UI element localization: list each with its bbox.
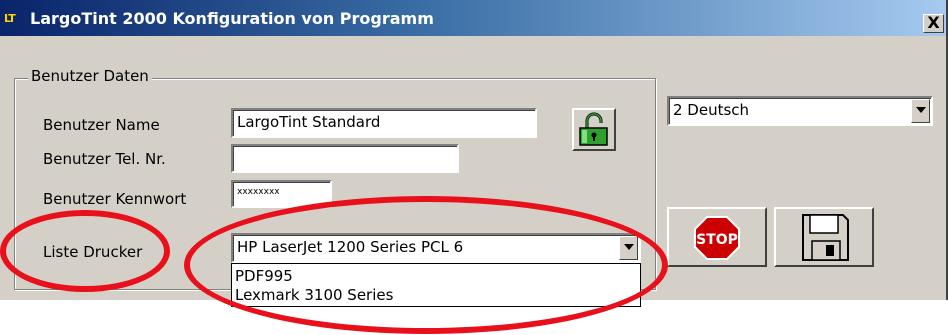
padlock-icon [579, 112, 608, 146]
language-selected-value: 2 Deutsch [673, 101, 750, 119]
config-dialog: LT LargoTint 2000 Konfiguration von Prog… [0, 0, 948, 307]
title-bar[interactable]: LT LargoTint 2000 Konfiguration von Prog… [0, 0, 946, 36]
stop-button-label: STOP [696, 232, 738, 248]
printer-dropdown-arrow-icon[interactable] [619, 236, 638, 260]
lock-button[interactable] [572, 108, 616, 151]
printer-dropdown-list: PDF995 Lexmark 3100 Series [231, 263, 641, 307]
printer-option[interactable]: Lexmark 3100 Series [235, 286, 393, 304]
save-button[interactable] [774, 207, 874, 267]
printer-select[interactable]: HP LaserJet 1200 Series PCL 6 [231, 233, 641, 263]
user-name-input[interactable]: LargoTint Standard [231, 108, 537, 138]
user-password-label: Benutzer Kennwort [43, 190, 187, 208]
language-dropdown-arrow-icon[interactable] [911, 99, 930, 123]
user-password-value: xxxxxxxx [237, 187, 280, 197]
user-name-value: LargoTint Standard [237, 113, 381, 131]
user-name-label: Benutzer Name [43, 116, 160, 134]
user-password-input[interactable]: xxxxxxxx [231, 180, 332, 208]
printer-selected-value: HP LaserJet 1200 Series PCL 6 [237, 238, 464, 256]
user-phone-input[interactable] [231, 144, 459, 173]
stop-button[interactable]: STOP [667, 207, 767, 267]
printer-list-label: Liste Drucker [43, 243, 143, 261]
floppy-disk-icon [802, 214, 849, 261]
user-phone-label: Benutzer Tel. Nr. [43, 150, 166, 168]
app-logo-icon: LT [4, 12, 16, 25]
printer-option[interactable]: PDF995 [235, 267, 293, 285]
stop-sign-icon: STOP [694, 216, 740, 260]
group-title: Benutzer Daten [28, 67, 152, 85]
language-select[interactable]: 2 Deutsch [667, 96, 933, 126]
window-title: LargoTint 2000 Konfiguration von Program… [30, 9, 434, 28]
close-button[interactable]: X [923, 14, 944, 33]
